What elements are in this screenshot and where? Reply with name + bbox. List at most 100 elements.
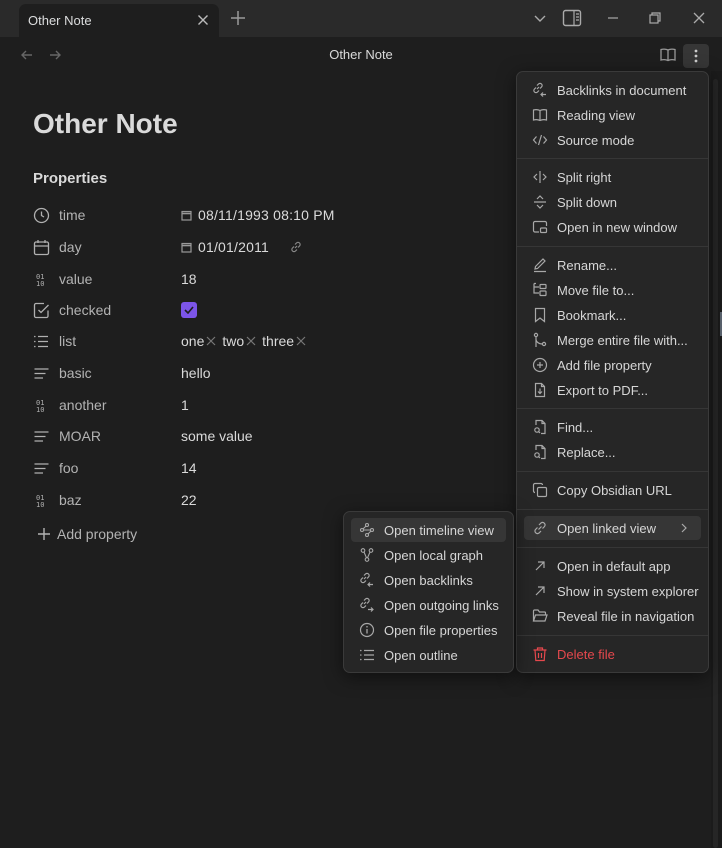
new-tab-icon[interactable] (229, 9, 247, 27)
menu-item-split-down[interactable]: Split down (524, 190, 701, 214)
submenu-item-open-local-graph[interactable]: Open local graph (351, 543, 506, 567)
property-key[interactable]: foo (59, 460, 78, 476)
checked-checkbox[interactable] (181, 302, 197, 318)
property-value-date[interactable]: 01/01/2011 (181, 239, 303, 255)
scrollbar-thumb[interactable] (713, 79, 718, 848)
menu-item-export-pdf[interactable]: Export to PDF... (524, 378, 701, 402)
link-icon (532, 520, 548, 536)
property-key[interactable]: MOAR (59, 428, 101, 444)
close-window-icon[interactable] (689, 8, 709, 28)
list-pill[interactable]: three (262, 333, 306, 349)
menu-item-source-mode[interactable]: Source mode (524, 128, 701, 152)
property-key[interactable]: value (59, 271, 92, 287)
file-search-icon (532, 444, 548, 460)
menu-item-split-right[interactable]: Split right (524, 165, 701, 189)
menu-item-reveal-in-navigation[interactable]: Reveal file in navigation (524, 604, 701, 628)
menu-item-add-file-property[interactable]: Add file property (524, 353, 701, 377)
list-icon[interactable] (33, 333, 50, 350)
menu-item-backlinks-in-document[interactable]: Backlinks in document (524, 78, 701, 102)
menu-separator (517, 509, 708, 510)
restore-window-icon[interactable] (645, 8, 665, 28)
menu-item-delete-file[interactable]: Delete file (524, 642, 701, 666)
submenu-item-open-outline[interactable]: Open outline (351, 643, 506, 667)
menu-item-find[interactable]: Find... (524, 415, 701, 439)
text-icon[interactable] (33, 428, 50, 445)
property-row-value: 01 10 value 18 (33, 267, 503, 291)
property-key[interactable]: baz (59, 492, 82, 508)
property-value[interactable]: some value (181, 428, 253, 444)
menu-item-reading-view[interactable]: Reading view (524, 103, 701, 127)
property-value (181, 302, 197, 318)
property-row-baz: 01 10 baz 22 (33, 488, 503, 512)
view-title[interactable]: Other Note (0, 47, 722, 62)
number-icon[interactable]: 01 10 (33, 271, 50, 288)
tab-title: Other Note (28, 13, 92, 28)
book-open-icon (532, 107, 548, 123)
linked-view-submenu: Open timeline view Open local graph Open… (343, 511, 514, 673)
menu-item-copy-obsidian-url[interactable]: Copy Obsidian URL (524, 478, 701, 502)
menu-item-open-in-default-app[interactable]: Open in default app (524, 554, 701, 578)
property-row-checked: checked (33, 298, 503, 322)
tab-other-note[interactable]: Other Note (19, 4, 219, 37)
menu-item-open-in-new-window[interactable]: Open in new window (524, 215, 701, 239)
close-tab-icon[interactable] (195, 12, 211, 28)
properties-heading[interactable]: Properties (33, 170, 107, 187)
number-icon[interactable]: 01 10 (33, 397, 50, 414)
link-icon (291, 241, 301, 253)
property-key[interactable]: another (59, 397, 106, 413)
menu-item-rename[interactable]: Rename... (524, 253, 701, 277)
toggle-sidebar-icon[interactable] (562, 8, 582, 28)
scrollbar[interactable] (711, 71, 722, 848)
property-row-foo: foo 14 (33, 456, 503, 480)
submenu-item-open-timeline-view[interactable]: Open timeline view (351, 518, 506, 542)
property-key[interactable]: list (59, 333, 76, 349)
menu-item-replace[interactable]: Replace... (524, 440, 701, 464)
reading-view-icon[interactable] (659, 46, 677, 64)
property-key[interactable]: time (59, 207, 85, 223)
folder-open-icon (532, 608, 548, 624)
property-value[interactable]: hello (181, 365, 211, 381)
more-options-button[interactable] (683, 44, 709, 68)
property-key[interactable]: day (59, 239, 82, 255)
remove-pill-icon[interactable] (246, 336, 256, 346)
menu-separator (517, 408, 708, 409)
menu-item-bookmark[interactable]: Bookmark... (524, 303, 701, 327)
property-key[interactable]: basic (59, 365, 92, 381)
property-value[interactable]: 18 (181, 271, 197, 287)
tab-list-chevron-icon[interactable] (530, 8, 550, 28)
copy-icon (532, 482, 548, 498)
calendar-icon[interactable] (33, 239, 50, 256)
list-pill[interactable]: two (222, 333, 256, 349)
file-download-icon (532, 382, 548, 398)
checkbox-icon[interactable] (33, 302, 50, 319)
note-title[interactable]: Other Note (33, 108, 178, 140)
remove-pill-icon[interactable] (296, 336, 306, 346)
menu-item-open-linked-view[interactable]: Open linked view (524, 516, 701, 540)
outgoing-links-icon (359, 597, 375, 613)
more-options-menu: Backlinks in document Reading view Sourc… (516, 71, 709, 673)
property-key[interactable]: checked (59, 302, 111, 318)
menu-item-merge-file[interactable]: Merge entire file with... (524, 328, 701, 352)
property-value-datetime[interactable]: 08/11/1993 08:10 PM (181, 207, 335, 223)
menu-item-show-in-system-explorer[interactable]: Show in system explorer (524, 579, 701, 603)
property-value[interactable]: 1 (181, 397, 189, 413)
split-right-icon (532, 169, 548, 185)
submenu-item-open-file-properties[interactable]: Open file properties (351, 618, 506, 642)
menu-separator (517, 635, 708, 636)
menu-item-move-file[interactable]: Move file to... (524, 278, 701, 302)
property-value[interactable]: 14 (181, 460, 197, 476)
number-icon[interactable]: 01 10 (33, 492, 50, 509)
submenu-item-open-backlinks[interactable]: Open backlinks (351, 568, 506, 592)
remove-pill-icon[interactable] (206, 336, 216, 346)
submenu-item-open-outgoing-links[interactable]: Open outgoing links (351, 593, 506, 617)
minimize-icon[interactable] (603, 8, 623, 28)
svg-text:10: 10 (36, 501, 44, 509)
text-icon[interactable] (33, 460, 50, 477)
property-value[interactable]: 22 (181, 492, 197, 508)
list-pill[interactable]: one (181, 333, 216, 349)
text-icon[interactable] (33, 365, 50, 382)
property-row-day: day 01/01/2011 (33, 235, 503, 259)
clock-icon[interactable] (33, 207, 50, 224)
add-property-button[interactable]: Add property (37, 526, 137, 542)
new-window-icon (532, 219, 548, 235)
